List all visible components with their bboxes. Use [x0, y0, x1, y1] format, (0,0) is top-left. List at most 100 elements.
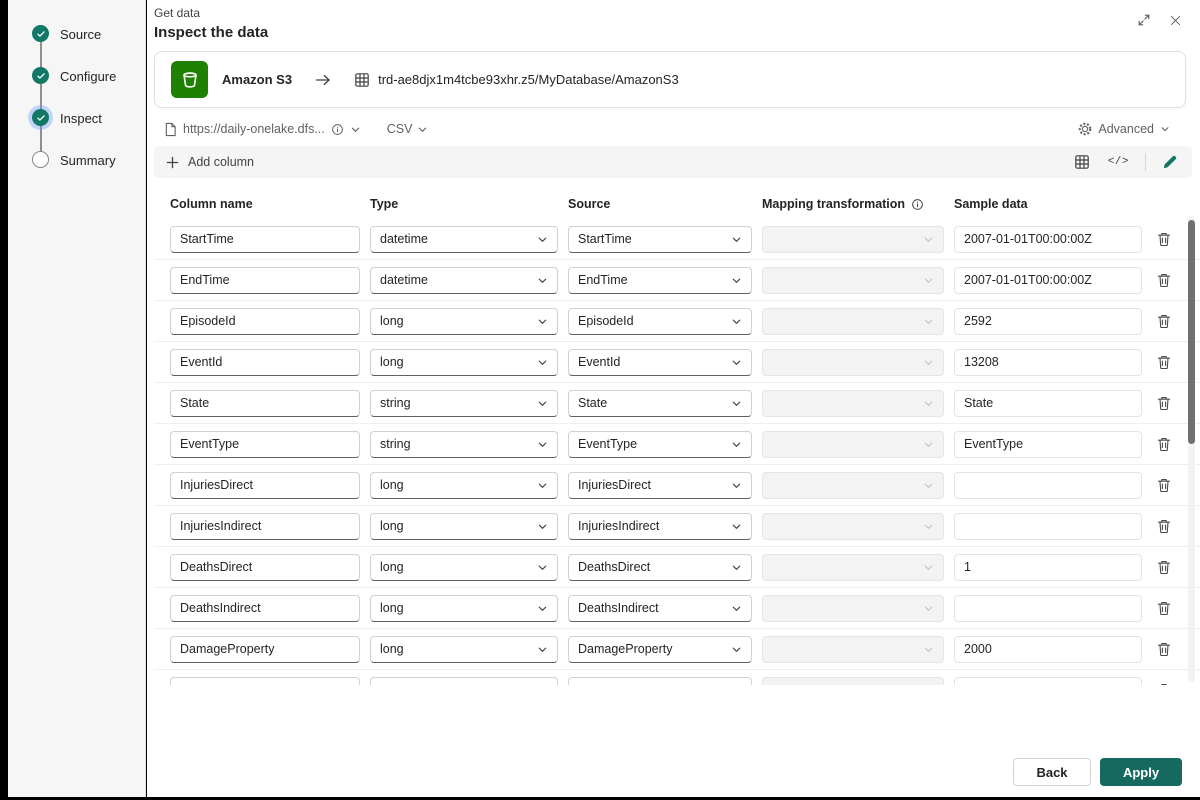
step-complete-check-icon	[32, 67, 49, 84]
format-dropdown[interactable]: CSV	[387, 122, 429, 136]
source-dropdown[interactable]: DeathsIndirect	[568, 595, 752, 622]
source-dropdown[interactable]: InjuriesDirect	[568, 472, 752, 499]
type-dropdown[interactable]: long	[370, 554, 558, 581]
delete-row-button[interactable]	[1152, 270, 1176, 290]
type-dropdown[interactable]: long	[370, 472, 558, 499]
step-configure[interactable]: Configure	[8, 67, 145, 109]
delete-row-button[interactable]	[1152, 557, 1176, 577]
delete-row-button[interactable]	[1152, 639, 1176, 659]
column-name-input[interactable]	[170, 390, 360, 417]
source-dropdown[interactable]: DamageProperty	[568, 636, 752, 663]
column-name-input[interactable]	[170, 513, 360, 540]
column-name-input[interactable]	[170, 554, 360, 581]
type-dropdown[interactable]: long	[370, 349, 558, 376]
chevron-down-icon	[923, 521, 934, 532]
chevron-down-icon	[537, 562, 548, 573]
type-dropdown[interactable]: string	[370, 390, 558, 417]
sample-data-input[interactable]	[954, 677, 1142, 686]
type-dropdown[interactable]: datetime	[370, 226, 558, 253]
s3-bucket-icon	[171, 61, 208, 98]
sample-data-input[interactable]	[954, 308, 1142, 335]
get-data-dialog: Get data Inspect the data Amazon S3 trd-…	[147, 0, 1200, 797]
column-name-input[interactable]	[170, 349, 360, 376]
column-name-input[interactable]	[170, 472, 360, 499]
delete-row-button[interactable]	[1152, 598, 1176, 618]
delete-row-button[interactable]	[1152, 229, 1176, 249]
expand-icon[interactable]	[1135, 11, 1153, 29]
column-name-input[interactable]	[170, 431, 360, 458]
delete-row-button[interactable]	[1152, 516, 1176, 536]
column-name-input[interactable]	[170, 308, 360, 335]
column-name-input[interactable]	[170, 267, 360, 294]
step-summary[interactable]: Summary	[8, 151, 145, 193]
back-button[interactable]: Back	[1013, 758, 1091, 786]
source-dropdown[interactable]: EventType	[568, 431, 752, 458]
sample-data-input[interactable]	[954, 226, 1142, 253]
delete-row-button[interactable]	[1152, 434, 1176, 454]
chevron-down-icon	[923, 275, 934, 286]
sample-data-input[interactable]	[954, 267, 1142, 294]
step-inspect[interactable]: Inspect	[8, 109, 145, 151]
chevron-down-icon	[537, 316, 548, 327]
type-dropdown[interactable]: long	[370, 308, 558, 335]
type-value: string	[380, 396, 411, 410]
advanced-button[interactable]: Advanced	[1078, 122, 1170, 136]
column-name-input[interactable]	[170, 677, 360, 686]
source-dropdown[interactable]	[568, 677, 752, 686]
sample-data-input[interactable]	[954, 513, 1142, 540]
type-value: long	[380, 478, 404, 492]
source-value: EventType	[578, 437, 637, 451]
mapping-transformation-dropdown	[762, 554, 944, 581]
source-value: InjuriesDirect	[578, 478, 651, 492]
type-dropdown[interactable]: string	[370, 431, 558, 458]
sample-data-input[interactable]	[954, 472, 1142, 499]
scrollbar-thumb[interactable]	[1188, 220, 1195, 444]
delete-row-button[interactable]	[1152, 393, 1176, 413]
source-value: State	[578, 396, 607, 410]
sample-data-input[interactable]	[954, 554, 1142, 581]
close-icon[interactable]	[1167, 12, 1184, 29]
table-body: datetime StartTime datetime	[154, 219, 1200, 685]
sample-data-input[interactable]	[954, 390, 1142, 417]
delete-row-button[interactable]	[1152, 352, 1176, 372]
sample-data-input[interactable]	[954, 595, 1142, 622]
source-dropdown[interactable]: InjuriesIndirect	[568, 513, 752, 540]
chevron-down-icon	[731, 603, 742, 614]
source-destination-card: Amazon S3 trd-ae8djx1m4tcbe93xhr.z5/MyDa…	[154, 51, 1186, 108]
type-dropdown[interactable]: long	[370, 513, 558, 540]
source-dropdown[interactable]: EventId	[568, 349, 752, 376]
code-view-button[interactable]: </>	[1106, 154, 1131, 170]
type-dropdown[interactable]: long	[370, 595, 558, 622]
delete-row-button[interactable]	[1152, 680, 1176, 685]
type-value: long	[380, 642, 404, 656]
table-view-button[interactable]	[1072, 152, 1092, 172]
table-grid-icon	[1074, 154, 1090, 170]
source-dropdown[interactable]: State	[568, 390, 752, 417]
add-column-button[interactable]: Add column	[166, 155, 254, 169]
sample-data-input[interactable]	[954, 349, 1142, 376]
sample-data-input[interactable]	[954, 431, 1142, 458]
source-value: EpisodeId	[578, 314, 634, 328]
source-dropdown[interactable]: StartTime	[568, 226, 752, 253]
column-name-input[interactable]	[170, 226, 360, 253]
type-dropdown[interactable]: long	[370, 636, 558, 663]
apply-button[interactable]: Apply	[1100, 758, 1182, 786]
type-dropdown[interactable]	[370, 677, 558, 686]
edit-mode-button[interactable]	[1160, 152, 1180, 172]
delete-row-button[interactable]	[1152, 475, 1176, 495]
scrollbar-track[interactable]	[1188, 216, 1195, 682]
gear-icon	[1078, 122, 1092, 136]
type-dropdown[interactable]: datetime	[370, 267, 558, 294]
source-dropdown[interactable]: EndTime	[568, 267, 752, 294]
source-dropdown[interactable]: EpisodeId	[568, 308, 752, 335]
sample-data-input[interactable]	[954, 636, 1142, 663]
column-name-input[interactable]	[170, 595, 360, 622]
step-source[interactable]: Source	[8, 25, 145, 67]
delete-row-button[interactable]	[1152, 311, 1176, 331]
file-url-dropdown[interactable]: https://daily-onelake.dfs...	[154, 122, 361, 137]
pencil-icon	[1162, 154, 1178, 170]
source-value: DamageProperty	[578, 642, 673, 656]
column-name-input[interactable]	[170, 636, 360, 663]
type-value: datetime	[380, 273, 428, 287]
source-dropdown[interactable]: DeathsDirect	[568, 554, 752, 581]
